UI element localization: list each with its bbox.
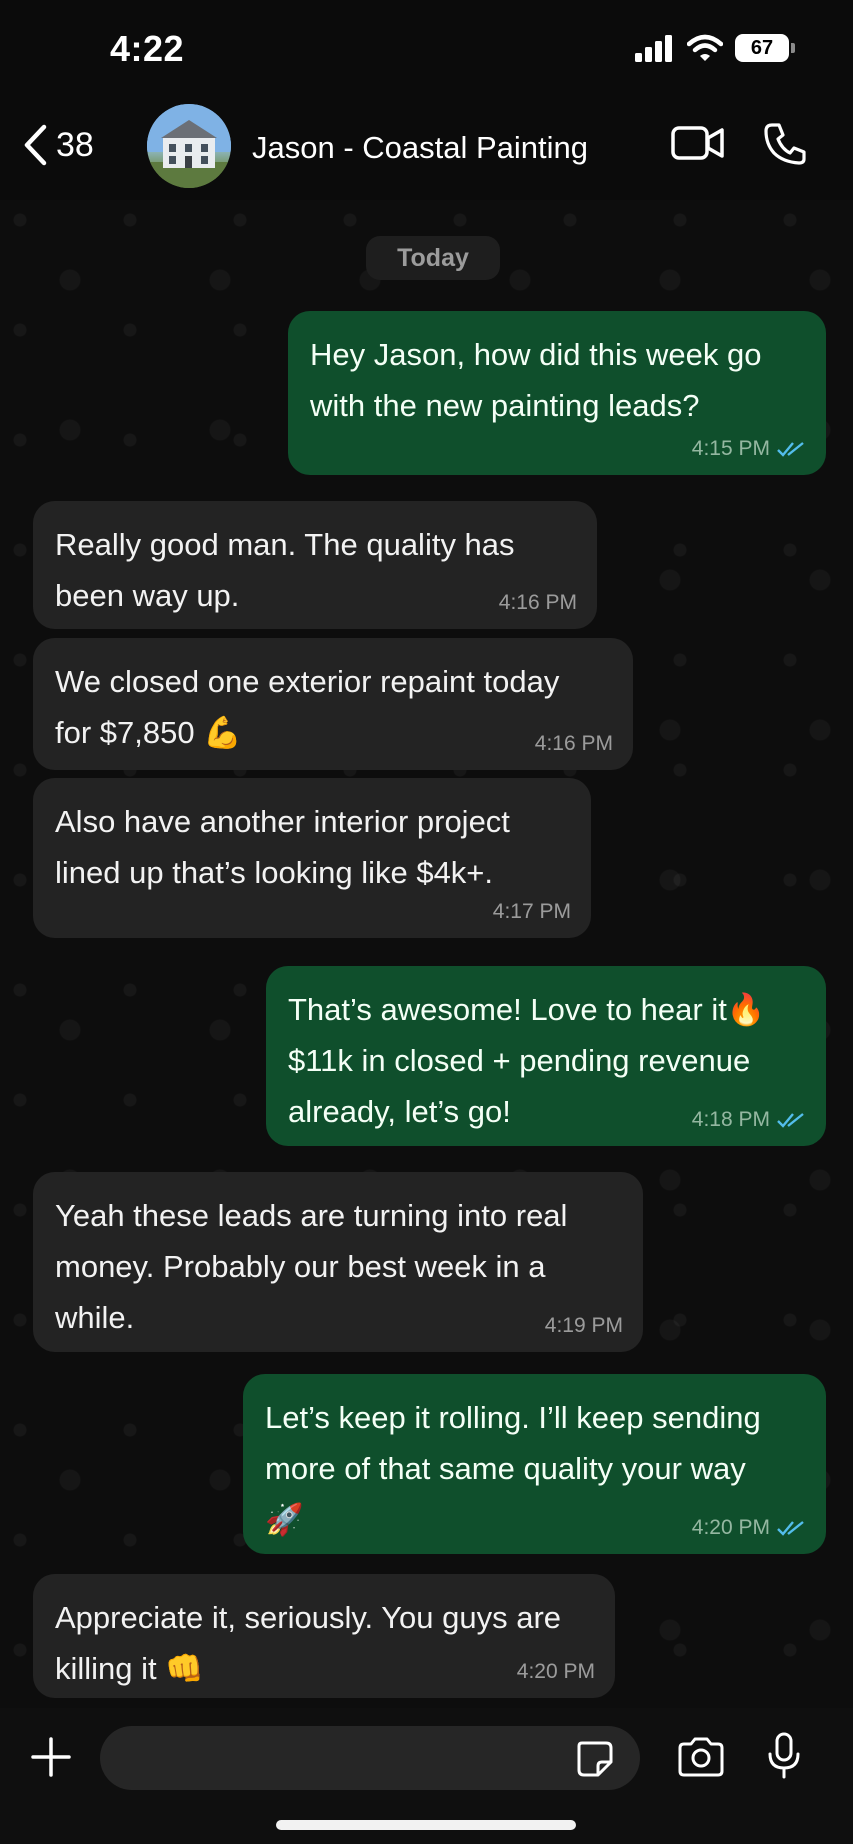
message-time: 4:20 PM: [516, 1660, 595, 1683]
message-bubble-incoming[interactable]: Appreciate it, seriously. You guys are k…: [33, 1574, 615, 1698]
sticker-icon[interactable]: [576, 1740, 614, 1778]
message-bubble-incoming[interactable]: We closed one exterior repaint today for…: [33, 638, 633, 770]
message-meta: 4:20 PM: [692, 1516, 806, 1540]
plus-icon[interactable]: [30, 1736, 72, 1778]
status-bar: 4:22 67: [0, 0, 853, 100]
microphone-icon[interactable]: [766, 1732, 802, 1780]
unread-count: 38: [56, 125, 94, 164]
message-text: We closed one exterior repaint today for…: [55, 664, 560, 750]
message-bubble-outgoing[interactable]: Let’s keep it rolling. I’ll keep sending…: [243, 1374, 826, 1554]
chat-header: 38 Jason - Coastal Painting: [0, 100, 853, 200]
video-call-icon[interactable]: [671, 122, 725, 164]
read-receipt-icon: [776, 1111, 806, 1129]
message-meta: 4:19 PM: [545, 1314, 623, 1338]
message-meta: 4:20 PM: [517, 1660, 595, 1684]
read-receipt-icon: [776, 440, 806, 458]
contact-avatar[interactable]: [147, 104, 231, 188]
status-time: 4:22: [110, 28, 185, 69]
camera-icon[interactable]: [676, 1736, 726, 1778]
signal-icon: [635, 34, 675, 62]
wifi-icon: [687, 34, 723, 62]
message-time: 4:16 PM: [534, 732, 613, 755]
message-text: Also have another interior project lined…: [55, 804, 510, 890]
phone-icon[interactable]: [763, 122, 807, 166]
message-meta: 4:16 PM: [535, 732, 613, 756]
message-meta: 4:17 PM: [493, 900, 571, 924]
read-receipt-icon: [776, 1519, 806, 1537]
message-meta: 4:15 PM: [692, 437, 806, 461]
back-chevron-icon: [22, 124, 48, 166]
contact-name[interactable]: Jason - Coastal Painting: [252, 130, 588, 166]
message-bubble-incoming[interactable]: Also have another interior project lined…: [33, 778, 591, 938]
message-time: 4:16 PM: [498, 591, 577, 614]
message-bubble-outgoing[interactable]: That’s awesome! Love to hear it🔥 $11k in…: [266, 966, 826, 1146]
message-text: Yeah these leads are turning into real m…: [55, 1198, 568, 1335]
message-text: Really good man. The quality has been wa…: [55, 527, 515, 613]
message-input[interactable]: [100, 1726, 640, 1790]
date-separator: Today: [366, 236, 500, 280]
message-bubble-outgoing[interactable]: Hey Jason, how did this week go with the…: [288, 311, 826, 475]
battery-indicator: 67: [735, 34, 795, 62]
message-meta: 4:16 PM: [499, 591, 577, 615]
message-text: Appreciate it, seriously. You guys are k…: [55, 1600, 562, 1686]
message-meta: 4:18 PM: [692, 1108, 806, 1132]
message-bubble-incoming[interactable]: Really good man. The quality has been wa…: [33, 501, 597, 629]
message-time: 4:19 PM: [544, 1314, 623, 1337]
status-icons: 67: [635, 34, 795, 62]
message-bubble-incoming[interactable]: Yeah these leads are turning into real m…: [33, 1172, 643, 1352]
message-time: 4:20 PM: [691, 1516, 770, 1539]
message-time: 4:15 PM: [691, 437, 770, 460]
message-list[interactable]: Today Hey Jason, how did this week go wi…: [0, 200, 853, 1708]
message-text: Hey Jason, how did this week go with the…: [310, 337, 762, 423]
message-time: 4:17 PM: [492, 900, 571, 923]
back-button[interactable]: 38: [22, 124, 94, 166]
home-indicator: [276, 1820, 576, 1830]
message-time: 4:18 PM: [691, 1108, 770, 1131]
